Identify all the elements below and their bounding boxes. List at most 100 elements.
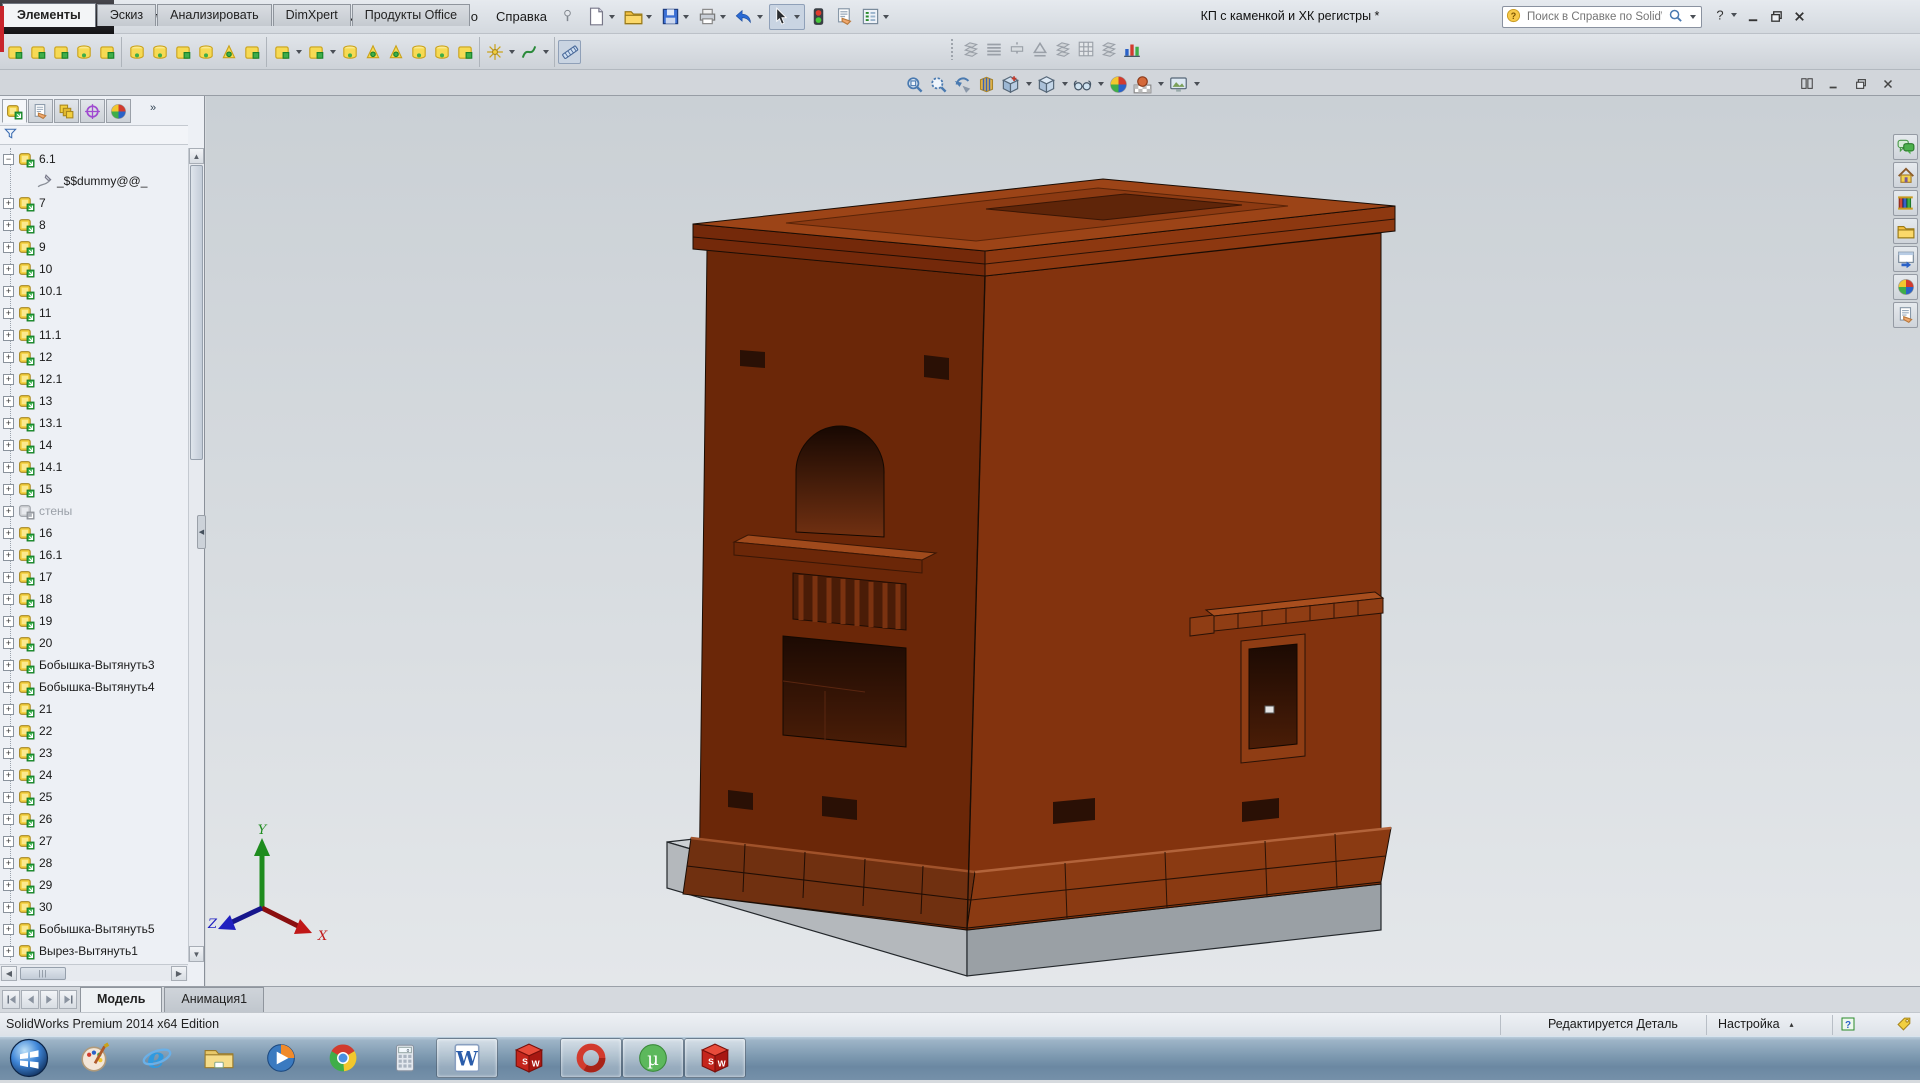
new-document-button[interactable] bbox=[584, 4, 620, 30]
layer-properties-button[interactable] bbox=[982, 37, 1005, 61]
dropdown-caret-icon[interactable] bbox=[757, 15, 763, 19]
tree-item-label[interactable]: 28 bbox=[39, 856, 52, 870]
expand-box-icon[interactable]: + bbox=[3, 374, 14, 385]
undo-button[interactable] bbox=[732, 4, 768, 30]
tree-item-label[interactable]: 14 bbox=[39, 438, 52, 452]
dropdown-caret-icon[interactable] bbox=[509, 50, 515, 54]
display-style-button[interactable] bbox=[1035, 72, 1058, 96]
vscroll-thumb[interactable] bbox=[190, 165, 203, 460]
vcr-first-button[interactable] bbox=[2, 990, 20, 1009]
tree-item-label[interactable]: Бобышка-Вытянуть3 bbox=[39, 658, 155, 672]
tree-item-12[interactable]: +12 bbox=[0, 346, 188, 368]
expand-box-icon[interactable]: + bbox=[3, 220, 14, 231]
line-color-button[interactable] bbox=[1028, 37, 1051, 61]
tree-item-11.1[interactable]: +11.1 bbox=[0, 324, 188, 346]
tree-item-label[interactable]: 22 bbox=[39, 724, 52, 738]
view-palette-tab[interactable] bbox=[1893, 246, 1918, 272]
expand-box-icon[interactable]: + bbox=[3, 946, 14, 957]
dropdown-caret-icon[interactable] bbox=[1158, 82, 1164, 86]
vcr-last-button[interactable] bbox=[59, 990, 77, 1009]
rebuild-button[interactable] bbox=[806, 4, 831, 30]
scroll-right-arrow-icon[interactable]: ▶ bbox=[171, 966, 187, 981]
expand-box-icon[interactable]: + bbox=[3, 352, 14, 363]
tree-item-14.1[interactable]: +14.1 bbox=[0, 456, 188, 478]
linear-pattern-button[interactable] bbox=[304, 40, 327, 64]
swept-cut-button[interactable] bbox=[194, 40, 217, 64]
lofted-cut-button[interactable] bbox=[217, 40, 240, 64]
tree-item-________________5[interactable]: + Бобышка-Вытянуть5 bbox=[0, 918, 188, 940]
tree-item-label[interactable]: Вырез-Вытянуть1 bbox=[39, 944, 138, 958]
collapse-box-icon[interactable]: − bbox=[3, 154, 14, 165]
options-list-button[interactable] bbox=[858, 4, 894, 30]
tree-item-label[interactable]: 14.1 bbox=[39, 460, 62, 474]
search-dropdown-caret[interactable] bbox=[1690, 15, 1696, 19]
expand-box-icon[interactable]: + bbox=[3, 682, 14, 693]
scroll-down-arrow-icon[interactable]: ▼ bbox=[189, 946, 204, 962]
tree-filter-bar[interactable] bbox=[0, 125, 188, 145]
tree-item-label[interactable]: 18 bbox=[39, 592, 52, 606]
instant3d-button[interactable] bbox=[558, 40, 581, 64]
tree-item-7[interactable]: +7 bbox=[0, 192, 188, 214]
expand-box-icon[interactable]: + bbox=[3, 704, 14, 715]
taskbar-windows-explorer[interactable] bbox=[188, 1038, 250, 1078]
help-search-box[interactable]: ? bbox=[1502, 6, 1702, 28]
tree-item-label[interactable]: 27 bbox=[39, 834, 52, 848]
dropdown-caret-icon[interactable] bbox=[646, 15, 652, 19]
tree-item-label[interactable]: 7 bbox=[39, 196, 46, 210]
section-view-button[interactable] bbox=[975, 72, 998, 96]
expand-box-icon[interactable]: + bbox=[3, 308, 14, 319]
tree-item-___dummy___[interactable]: +_$$dummy@@_ bbox=[0, 170, 188, 192]
tree-item-label[interactable]: 12.1 bbox=[39, 372, 62, 386]
file-properties-button[interactable] bbox=[832, 4, 857, 30]
taskbar-windows-media-player[interactable] bbox=[250, 1038, 312, 1078]
hole-wizard-button[interactable] bbox=[148, 40, 171, 64]
expand-box-icon[interactable]: + bbox=[3, 924, 14, 935]
tab-1[interactable]: Эскиз bbox=[97, 4, 156, 26]
dropdown-caret-icon[interactable] bbox=[330, 50, 336, 54]
appearances-scenes-tab[interactable] bbox=[1893, 274, 1918, 300]
swept-boss-button[interactable] bbox=[49, 40, 72, 64]
expand-box-icon[interactable]: + bbox=[3, 396, 14, 407]
zoom-fit-button[interactable] bbox=[903, 72, 926, 96]
model-tab-0[interactable]: Модель bbox=[80, 987, 162, 1013]
dropdown-caret-icon[interactable] bbox=[296, 50, 302, 54]
tree-item-24[interactable]: +24 bbox=[0, 764, 188, 786]
taskbar-opera[interactable] bbox=[560, 1038, 622, 1078]
tree-item-label[interactable]: Бобышка-Вытянуть5 bbox=[39, 922, 155, 936]
tree-item-label[interactable]: 8 bbox=[39, 218, 46, 232]
tree-item-25[interactable]: +25 bbox=[0, 786, 188, 808]
select-arrow-button[interactable] bbox=[769, 4, 805, 30]
taskbar-utorrent[interactable]: µ bbox=[622, 1038, 684, 1078]
tree-item-label[interactable]: 21 bbox=[39, 702, 52, 716]
expand-box-icon[interactable]: + bbox=[3, 506, 14, 517]
expand-box-icon[interactable]: + bbox=[3, 528, 14, 539]
tree-item-label[interactable]: 15 bbox=[39, 482, 52, 496]
vcr-previous-button[interactable] bbox=[21, 990, 39, 1009]
tree-item-17[interactable]: +17 bbox=[0, 566, 188, 588]
tree-item-label[interactable]: 25 bbox=[39, 790, 52, 804]
file-explorer-tab[interactable] bbox=[1893, 218, 1918, 244]
tree-item-label[interactable]: 10.1 bbox=[39, 284, 62, 298]
3d-model-brick-stove[interactable] bbox=[206, 96, 1920, 986]
expand-box-icon[interactable]: + bbox=[3, 286, 14, 297]
expand-box-icon[interactable]: + bbox=[3, 572, 14, 583]
tree-item-20[interactable]: +20 bbox=[0, 632, 188, 654]
lofted-boss-button[interactable] bbox=[72, 40, 95, 64]
menu-item-6[interactable]: Справка bbox=[487, 0, 556, 33]
expand-box-icon[interactable]: + bbox=[3, 858, 14, 869]
save-button[interactable] bbox=[658, 4, 694, 30]
expand-box-icon[interactable]: + bbox=[3, 616, 14, 627]
displaymanager-tab[interactable] bbox=[106, 99, 131, 123]
tree-item-15[interactable]: +15 bbox=[0, 478, 188, 500]
custom-properties-tab[interactable] bbox=[1893, 302, 1918, 328]
expand-box-icon[interactable]: + bbox=[3, 462, 14, 473]
help-caret-icon[interactable] bbox=[1731, 13, 1737, 17]
tree-item-label[interactable]: 10 bbox=[39, 262, 52, 276]
search-icon[interactable] bbox=[1668, 8, 1683, 26]
expand-box-icon[interactable]: + bbox=[3, 550, 14, 561]
reference-geometry-button[interactable] bbox=[483, 40, 506, 64]
tag-icon[interactable] bbox=[1896, 1016, 1913, 1036]
tree-item-_____[interactable]: +стены bbox=[0, 500, 188, 522]
tree-item-______________1[interactable]: + Вырез-Вытянуть1 bbox=[0, 940, 188, 962]
tree-item-18[interactable]: +18 bbox=[0, 588, 188, 610]
